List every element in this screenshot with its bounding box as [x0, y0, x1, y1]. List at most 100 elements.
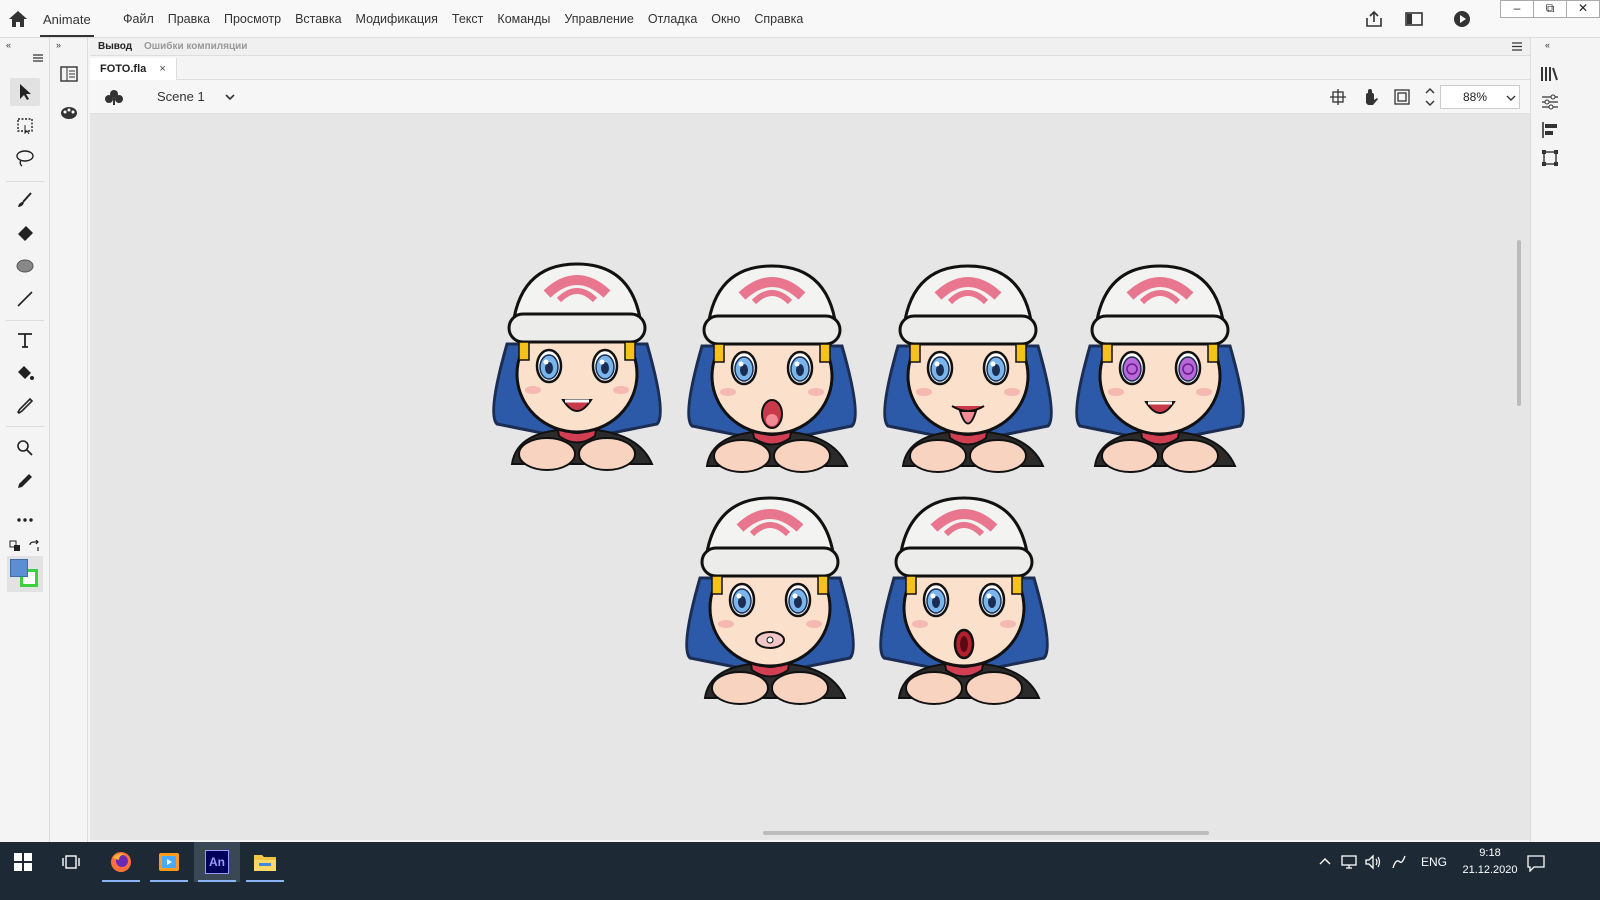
tab-compiler-errors[interactable]: Ошибки компиляции	[138, 38, 253, 56]
lasso-icon	[16, 150, 34, 167]
zoom-stepper-icon[interactable]	[1424, 84, 1436, 110]
character-tongue-out[interactable]	[883, 264, 1053, 473]
folder-icon	[254, 855, 276, 871]
taskbar-animate[interactable]: An	[194, 842, 240, 882]
swap-colors-icon[interactable]	[28, 540, 40, 552]
menu-commands[interactable]: Команды	[497, 12, 550, 26]
output-panel-tabs: Вывод Ошибки компиляции	[90, 38, 1530, 56]
library-icon[interactable]	[1540, 64, 1560, 84]
task-view-button[interactable]	[48, 842, 94, 882]
home-icon[interactable]	[8, 10, 28, 28]
expand-panel-icon[interactable]: »	[56, 40, 61, 50]
pencil-tool[interactable]	[10, 467, 40, 495]
window-controls: – ⧉ ✕	[1500, 0, 1600, 18]
network-icon[interactable]	[1340, 854, 1358, 870]
free-transform-icon	[17, 118, 33, 134]
menu-edit[interactable]: Правка	[168, 12, 210, 26]
panel-options-icon[interactable]	[1512, 42, 1522, 51]
restore-button[interactable]: ⧉	[1533, 0, 1567, 18]
character-surprised[interactable]	[687, 264, 857, 473]
menu-text[interactable]: Текст	[452, 12, 483, 26]
more-tools-button[interactable]	[10, 506, 40, 534]
character-lips-pout[interactable]	[685, 496, 855, 705]
panel-menu-icon[interactable]	[33, 54, 43, 62]
animate-window: Animate Файл Правка Просмотр Вставка Мод…	[0, 0, 1600, 860]
selection-tool[interactable]	[10, 78, 40, 106]
align-icon[interactable]	[1540, 120, 1560, 140]
brush-tool[interactable]	[10, 186, 40, 214]
oval-tool[interactable]	[10, 252, 40, 280]
lasso-tool[interactable]	[10, 144, 40, 172]
collapse-right-panel-icon[interactable]: «	[1545, 40, 1550, 50]
line-tool[interactable]	[10, 285, 40, 313]
share-icon[interactable]	[1364, 10, 1384, 28]
running-indicator	[246, 880, 284, 882]
system-clock[interactable]: 9:18 21.12.2020	[1455, 845, 1525, 879]
paint-bucket-tool[interactable]	[10, 359, 40, 387]
clock-date: 21.12.2020	[1462, 864, 1518, 876]
close-button[interactable]: ✕	[1566, 0, 1600, 18]
zoom-value: 88%	[1463, 90, 1488, 104]
tab-output[interactable]: Вывод	[92, 38, 138, 56]
text-icon	[18, 333, 32, 348]
horizontal-scrollbar[interactable]	[763, 831, 1209, 835]
test-movie-play-icon[interactable]	[1452, 10, 1472, 28]
close-tab-icon[interactable]: ×	[159, 63, 165, 75]
volume-icon[interactable]	[1364, 854, 1382, 870]
transform-icon[interactable]	[1540, 148, 1560, 168]
taskbar-file-explorer[interactable]	[242, 842, 288, 882]
stroke-color-swatch[interactable]	[10, 559, 28, 577]
adjustments-icon[interactable]	[1540, 92, 1560, 112]
collapse-panel-icon[interactable]: «	[6, 40, 11, 50]
eyedropper-icon	[16, 397, 34, 415]
chevron-down-icon[interactable]	[224, 92, 236, 102]
line-icon	[17, 291, 33, 307]
media-player-icon	[159, 853, 179, 871]
menu-file[interactable]: Файл	[123, 12, 154, 26]
pen-ink-icon[interactable]	[1390, 854, 1408, 870]
character-hypnotized[interactable]	[1075, 264, 1245, 473]
magnifier-icon	[17, 440, 33, 456]
center-stage-icon[interactable]	[1329, 88, 1347, 106]
oval-icon	[16, 259, 34, 273]
app-name[interactable]: Animate	[40, 0, 94, 37]
notifications-icon[interactable]	[1526, 854, 1546, 872]
rotate-stage-hand-icon[interactable]	[1360, 87, 1380, 107]
character-happy[interactable]	[492, 262, 662, 471]
minimize-button[interactable]: –	[1500, 0, 1534, 18]
eraser-tool[interactable]	[10, 219, 40, 247]
tray-chevron-up-icon[interactable]	[1318, 856, 1332, 866]
start-button[interactable]	[0, 842, 46, 882]
zoom-dropdown[interactable]	[1502, 85, 1520, 109]
menu-view[interactable]: Просмотр	[224, 12, 281, 26]
zoom-tool[interactable]	[10, 434, 40, 462]
document-tab[interactable]: FOTO.fla ×	[90, 58, 177, 80]
stage-canvas[interactable]	[90, 114, 1530, 840]
right-panel-strip: «	[1530, 38, 1568, 860]
edit-symbols-icon[interactable]	[104, 88, 124, 106]
language-indicator[interactable]: ENG	[1421, 842, 1447, 882]
menu-control[interactable]: Управление	[564, 12, 634, 26]
character-shocked[interactable]	[879, 496, 1049, 705]
default-colors-icon[interactable]	[9, 540, 21, 552]
menu-debug[interactable]: Отладка	[648, 12, 697, 26]
text-tool[interactable]	[10, 326, 40, 354]
taskbar-firefox[interactable]	[98, 842, 144, 882]
stage-artwork	[492, 262, 1245, 705]
menu-help[interactable]: Справка	[754, 12, 803, 26]
palette-icon[interactable]	[59, 102, 79, 122]
edit-bar: Scene 1 88%	[90, 80, 1530, 114]
taskbar-media-player[interactable]	[146, 842, 192, 882]
menu-modify[interactable]: Модификация	[356, 12, 438, 26]
scene-name[interactable]: Scene 1	[157, 80, 205, 114]
workspace-layout-icon[interactable]	[1404, 10, 1424, 28]
color-swatches	[7, 556, 43, 592]
free-transform-tool[interactable]	[10, 111, 40, 139]
clip-content-icon[interactable]	[1393, 88, 1411, 106]
vertical-scrollbar[interactable]	[1517, 240, 1521, 406]
eyedropper-tool[interactable]	[10, 392, 40, 420]
menu-insert[interactable]: Вставка	[295, 12, 341, 26]
tools-panel: «	[0, 38, 50, 860]
properties-panel-icon[interactable]	[59, 64, 79, 84]
menu-window[interactable]: Окно	[711, 12, 740, 26]
